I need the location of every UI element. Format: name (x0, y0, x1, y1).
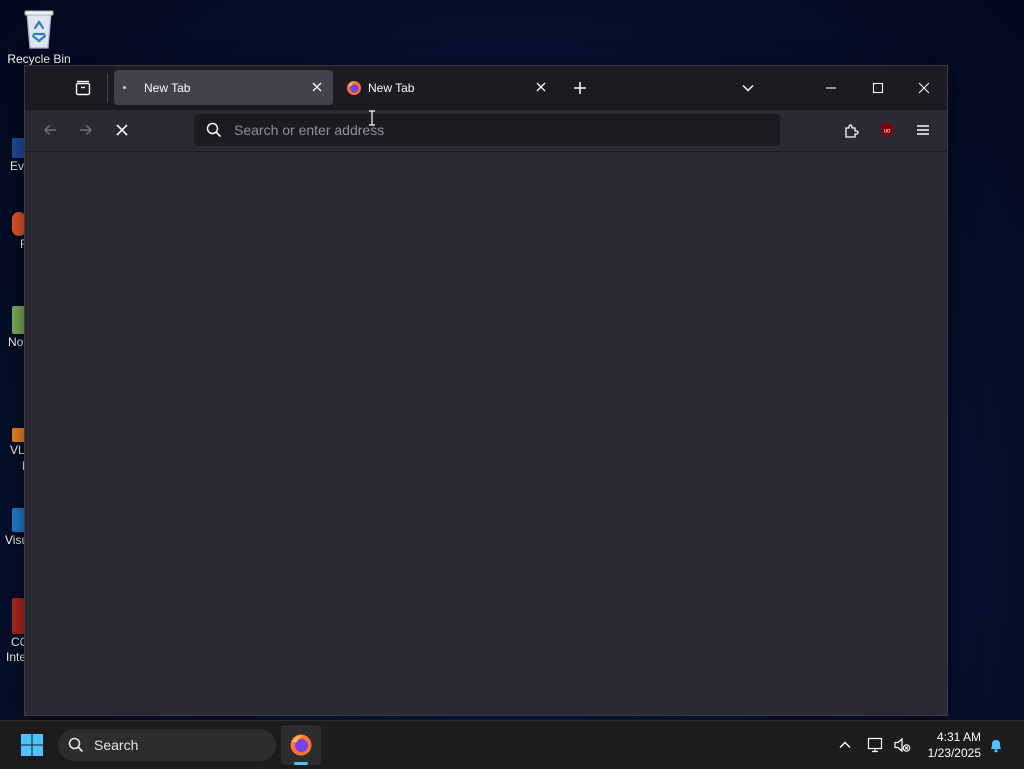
nav-toolbar: uo (25, 110, 947, 152)
firefox-view-icon (75, 80, 91, 96)
tab-title: New Tab (144, 80, 191, 95)
desktop-shortcut-vlc[interactable]: VLC P (0, 428, 26, 474)
close-icon (918, 82, 930, 94)
clock[interactable]: 4:31 AM 1/23/2025 (928, 729, 981, 761)
address-bar[interactable] (194, 114, 780, 146)
stop-button[interactable] (112, 120, 132, 140)
network-button[interactable] (866, 735, 886, 755)
taskbar-search-box[interactable]: Search (58, 729, 276, 761)
desktop-shortcut-eve[interactable]: Eve (0, 138, 26, 174)
recycle-bin-label: Recycle Bin (7, 52, 71, 66)
page-content-area[interactable] (25, 152, 947, 715)
arrow-right-icon (80, 124, 93, 136)
search-icon (206, 122, 222, 138)
minimize-icon (826, 87, 836, 89)
tab-close-button[interactable] (533, 79, 549, 95)
forward-button[interactable] (76, 120, 96, 140)
notifications-button[interactable] (986, 735, 1006, 755)
speaker-muted-icon (894, 737, 911, 753)
tab-title: New Tab (368, 80, 415, 95)
volume-button[interactable] (892, 735, 912, 755)
arrow-left-icon (43, 124, 56, 136)
shortcut-label: Inte (6, 650, 26, 664)
active-app-indicator (294, 762, 308, 765)
chevron-up-icon (839, 741, 851, 748)
browser-window: New Tab New Tab Search or enter address … (25, 66, 947, 715)
new-tab-button[interactable] (570, 78, 590, 98)
recycle-bin-shortcut[interactable]: Recycle Bin (4, 8, 74, 66)
shortcut-label: Visu (5, 533, 26, 547)
search-icon (68, 737, 84, 753)
address-input[interactable] (232, 121, 756, 139)
desktop-shortcut-f[interactable]: F (0, 212, 26, 252)
taskbar-search-label: Search (94, 737, 139, 753)
shortcut-icon (12, 428, 26, 442)
shortcut-label: Eve (10, 159, 26, 173)
shortcut-icon (12, 306, 26, 334)
desktop-shortcut-visual-studio[interactable]: Visu (0, 508, 26, 548)
close-icon (536, 82, 546, 92)
show-hidden-icons-button[interactable] (835, 735, 855, 755)
clock-time: 4:31 AM (936, 730, 981, 744)
shortcut-icon (12, 508, 26, 532)
list-all-tabs-button[interactable] (738, 78, 758, 98)
close-icon (312, 82, 322, 92)
chevron-down-icon (742, 84, 754, 92)
ublock-shield-icon: uo (881, 123, 893, 137)
firefox-logo-icon (290, 734, 312, 756)
start-button[interactable] (20, 733, 44, 757)
taskbar-firefox-button[interactable] (281, 725, 321, 765)
back-button[interactable] (40, 120, 60, 140)
network-monitor-icon (867, 737, 883, 753)
loading-dot-icon (123, 86, 126, 89)
ublock-origin-button[interactable]: uo (877, 120, 897, 140)
clock-date: 1/23/2025 (927, 746, 981, 760)
menu-button[interactable] (913, 120, 933, 140)
tab-new-tab[interactable]: New Tab (337, 70, 557, 105)
maximize-button[interactable] (868, 78, 888, 98)
stop-icon (116, 124, 128, 136)
svg-text:uo: uo (884, 129, 891, 135)
minimize-button[interactable] (821, 78, 841, 98)
maximize-icon (872, 82, 884, 94)
shortcut-label: Not (8, 335, 26, 349)
hamburger-menu-icon (917, 125, 929, 135)
taskbar: Search 4:31 AM 1/23/2025 (0, 720, 1024, 769)
firefox-view-button[interactable] (73, 78, 93, 98)
recycle-bin-icon (22, 8, 56, 50)
shortcut-icon (12, 212, 26, 236)
puzzle-piece-icon (844, 123, 859, 138)
tab-new-tab-selected[interactable]: New Tab (114, 70, 333, 105)
shortcut-icon (12, 598, 26, 634)
tab-close-button[interactable] (309, 79, 325, 95)
close-window-button[interactable] (914, 78, 934, 98)
bell-icon (991, 740, 1001, 753)
tab-separator (107, 74, 108, 102)
shortcut-label: CC (11, 635, 26, 649)
windows-logo-icon (21, 734, 43, 756)
desktop-shortcut-notepad[interactable]: Not (0, 306, 26, 350)
text-cursor-icon (369, 110, 375, 126)
extensions-button[interactable] (841, 120, 861, 140)
firefox-favicon-icon (346, 80, 362, 96)
tab-strip: New Tab New Tab (25, 66, 947, 110)
shortcut-label: VLC (10, 443, 26, 457)
shortcut-icon (12, 138, 26, 158)
plus-icon (574, 82, 586, 94)
desktop-shortcut-ccleaner[interactable]: CC Inte (0, 598, 26, 664)
